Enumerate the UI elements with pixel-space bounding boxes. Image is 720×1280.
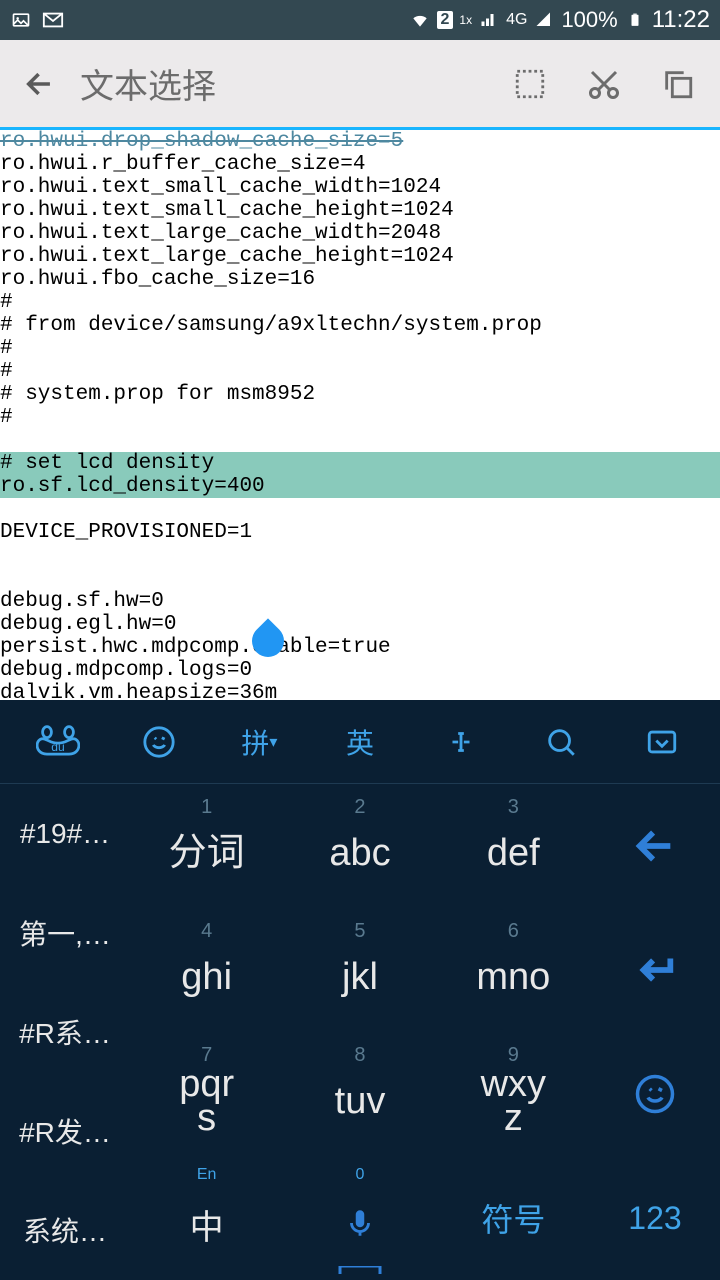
select-all-button[interactable] — [508, 62, 552, 106]
key-8[interactable]: 8tuv — [283, 1032, 436, 1156]
english-tab[interactable]: 英 — [320, 712, 400, 772]
baidu-logo-icon[interactable]: du — [18, 712, 98, 772]
voice-key[interactable]: 0 — [283, 1156, 436, 1280]
candidate-1[interactable]: 第一,… — [0, 883, 130, 982]
sig2-label: 1x — [459, 13, 472, 27]
key-6[interactable]: 6mno — [437, 908, 590, 1032]
key-2[interactable]: 2abc — [283, 784, 436, 908]
candidate-0[interactable]: #19#… — [0, 784, 130, 883]
status-bar: 2 1x 4G 100% 11:22 — [0, 0, 720, 40]
key-9[interactable]: 9wxy z — [437, 1032, 590, 1156]
picture-icon — [10, 9, 32, 31]
page-title: 文本选择 — [80, 59, 508, 108]
battery-pct: 100% — [561, 7, 617, 33]
keyboard: du 拼▾ 英 #19#…1分词2abc3def 第一,…4ghi5jkl6mno… — [0, 700, 720, 1280]
pinyin-tab[interactable]: 拼▾ — [219, 712, 299, 772]
cursor-tab-icon[interactable] — [421, 712, 501, 772]
svg-text:du: du — [52, 739, 65, 753]
numeric-key[interactable]: 123 — [590, 1156, 720, 1280]
key-4[interactable]: 4ghi — [130, 908, 283, 1032]
wifi-icon — [409, 9, 431, 31]
copy-button[interactable] — [656, 62, 700, 106]
symbol-key[interactable]: 符号 — [437, 1156, 590, 1280]
collapse-keyboard-icon[interactable] — [622, 712, 702, 772]
candidate-3[interactable]: #R发… — [0, 1082, 130, 1181]
clock: 11:22 — [652, 6, 710, 34]
key-3[interactable]: 3def — [437, 784, 590, 908]
key-7[interactable]: 7pqr s — [130, 1032, 283, 1156]
emoji-key[interactable] — [590, 1032, 720, 1156]
signal1-icon — [478, 9, 500, 31]
net-label: 4G — [506, 11, 527, 29]
cut-button[interactable] — [582, 62, 626, 106]
backspace-key[interactable] — [590, 784, 720, 908]
enter-key[interactable] — [590, 908, 720, 1032]
signal2-icon — [533, 9, 555, 31]
emoji-tab-icon[interactable] — [119, 712, 199, 772]
battery-icon — [624, 9, 646, 31]
key-5[interactable]: 5jkl — [283, 908, 436, 1032]
key-1[interactable]: 1分词 — [130, 784, 283, 908]
back-button[interactable] — [20, 64, 60, 104]
candidate-2[interactable]: #R系… — [0, 982, 130, 1081]
sim-badge: 2 — [437, 11, 454, 29]
search-tab-icon[interactable] — [521, 712, 601, 772]
lang-toggle-key[interactable]: En中 — [130, 1156, 283, 1280]
candidate-4[interactable]: 系统… — [0, 1181, 130, 1280]
mail-icon — [42, 9, 64, 31]
app-bar: 文本选择 — [0, 40, 720, 130]
text-editor[interactable]: ro.hwui.drop_shadow_cache_size=5ro.hwui.… — [0, 130, 720, 700]
